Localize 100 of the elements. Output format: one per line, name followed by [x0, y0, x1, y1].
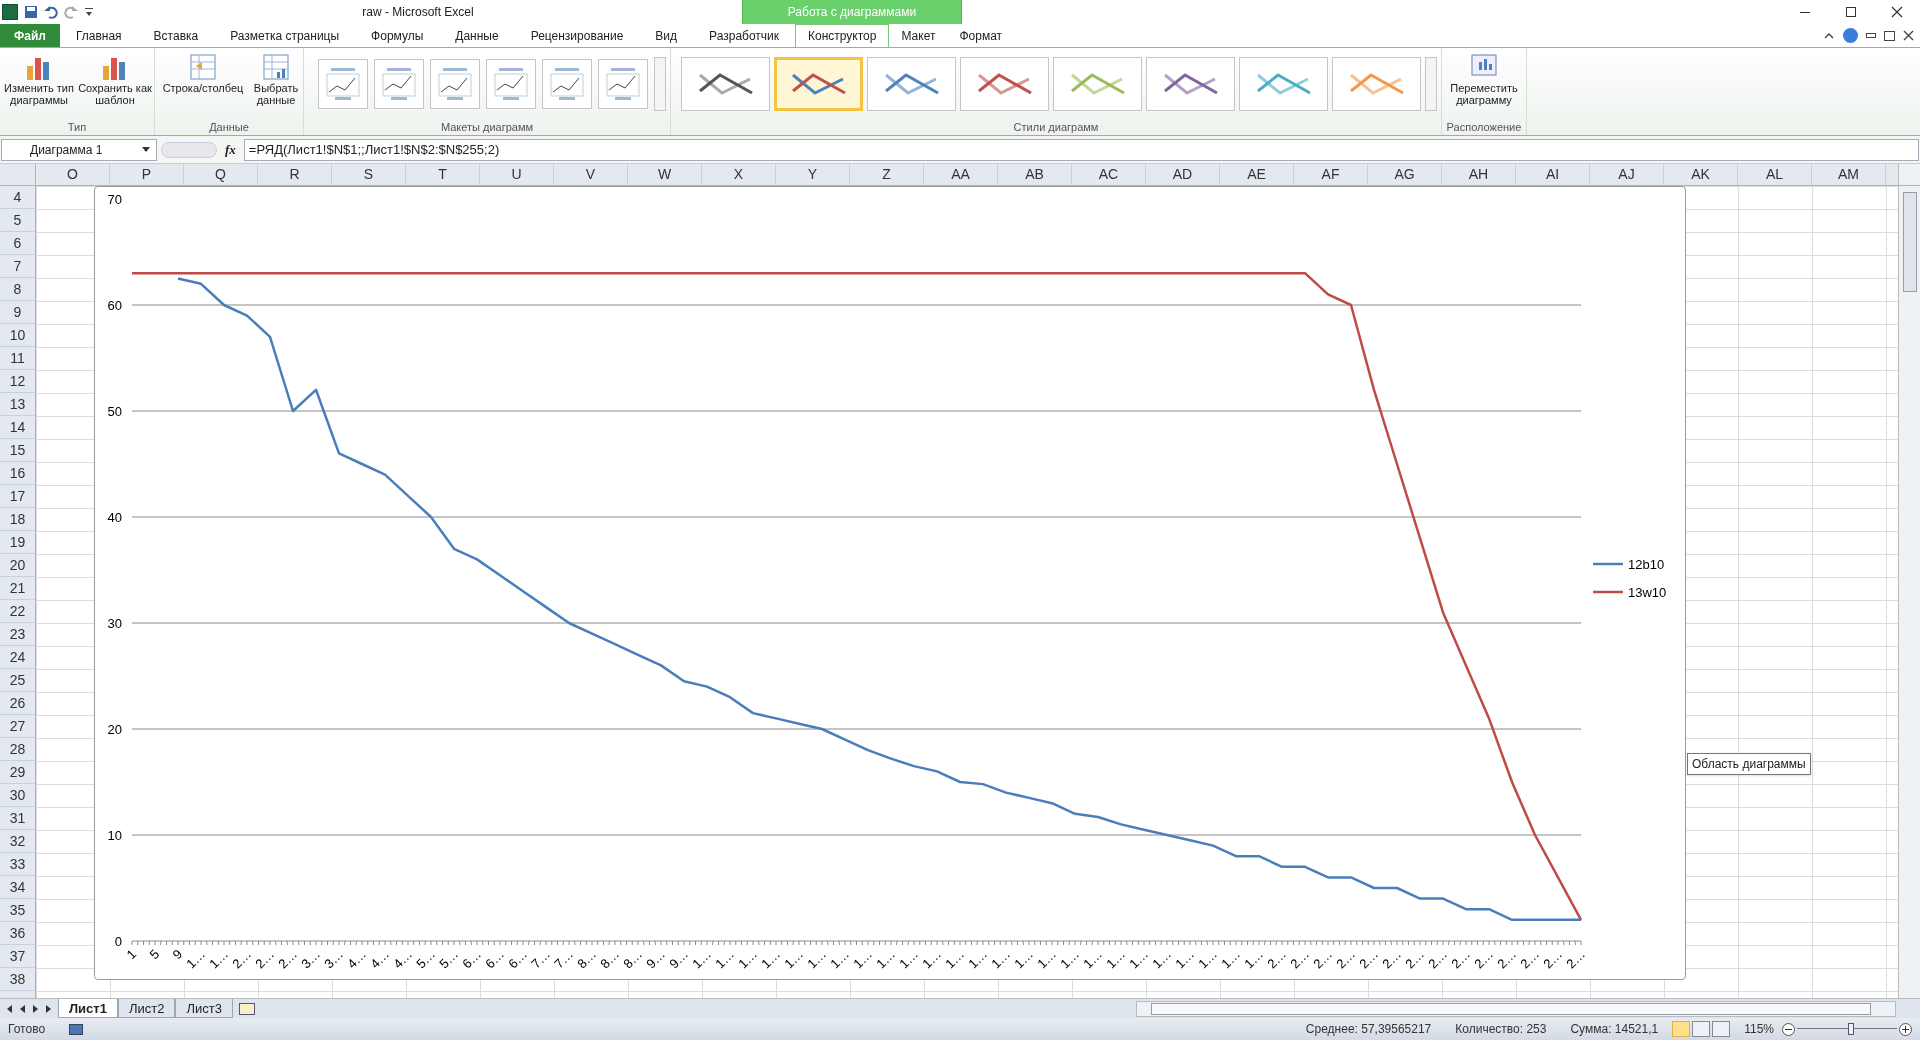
ribbon-button[interactable]: Строка/столбец: [157, 48, 249, 119]
file-tab[interactable]: Файл: [0, 24, 60, 47]
row-header[interactable]: 26: [0, 692, 35, 715]
column-header[interactable]: R: [258, 164, 332, 185]
redo-icon[interactable]: [64, 5, 78, 19]
column-header[interactable]: AE: [1220, 164, 1294, 185]
column-header[interactable]: AK: [1664, 164, 1738, 185]
ribbon-tab[interactable]: Рецензирование: [514, 24, 640, 47]
formula-field[interactable]: =РЯД(Лист1!$N$1;;Лист1!$N$2:$N$255;2): [243, 138, 1919, 161]
scrollbar-thumb[interactable]: [1902, 192, 1917, 292]
row-header[interactable]: 37: [0, 945, 35, 968]
row-header[interactable]: 32: [0, 830, 35, 853]
column-header[interactable]: V: [554, 164, 628, 185]
row-header[interactable]: 27: [0, 715, 35, 738]
column-header[interactable]: AG: [1368, 164, 1442, 185]
undo-icon[interactable]: [44, 5, 58, 19]
row-header[interactable]: 35: [0, 899, 35, 922]
column-header[interactable]: AM: [1812, 164, 1886, 185]
horizontal-scrollbar[interactable]: [1136, 1000, 1896, 1017]
row-header[interactable]: 13: [0, 393, 35, 416]
vertical-scrollbar[interactable]: [1898, 186, 1920, 998]
sheet-tab[interactable]: Лист2: [117, 999, 176, 1018]
close-icon[interactable]: [1903, 30, 1914, 41]
layout-thumbnail[interactable]: [430, 58, 480, 109]
column-header[interactable]: P: [110, 164, 184, 185]
row-header[interactable]: 15: [0, 439, 35, 462]
sheet-tab[interactable]: Лист1: [58, 999, 118, 1018]
insert-function-button[interactable]: fx: [221, 139, 240, 160]
row-header[interactable]: 18: [0, 508, 35, 531]
gallery-scroll-control[interactable]: [1425, 56, 1437, 111]
row-header[interactable]: 11: [0, 347, 35, 370]
column-header[interactable]: O: [36, 164, 110, 185]
page-break-view-icon[interactable]: [1712, 1021, 1731, 1037]
style-thumbnail[interactable]: [1239, 56, 1328, 111]
column-header[interactable]: Q: [184, 164, 258, 185]
row-header[interactable]: 24: [0, 646, 35, 669]
ribbon-tab[interactable]: Главная: [59, 24, 138, 47]
minimize-icon[interactable]: [1866, 33, 1876, 38]
row-header[interactable]: 6: [0, 232, 35, 255]
ribbon-button[interactable]: Выбрать данные: [251, 48, 301, 119]
row-header[interactable]: 30: [0, 784, 35, 807]
restore-icon[interactable]: [1884, 30, 1895, 41]
layout-thumbnail[interactable]: [598, 58, 648, 109]
style-thumbnail[interactable]: [1146, 56, 1235, 111]
style-thumbnail[interactable]: [960, 56, 1049, 111]
ribbon-tab[interactable]: Конструктор: [795, 24, 890, 47]
column-header[interactable]: Y: [776, 164, 850, 185]
ribbon-tab[interactable]: Формат: [947, 24, 1015, 47]
row-header[interactable]: 21: [0, 577, 35, 600]
sheet-tab[interactable]: Лист3: [175, 999, 233, 1018]
ribbon-tab[interactable]: Разметка страницы: [214, 24, 356, 47]
zoom-in-icon[interactable]: [1899, 1022, 1912, 1036]
column-header[interactable]: Z: [850, 164, 924, 185]
page-layout-view-icon[interactable]: [1692, 1021, 1711, 1037]
column-header[interactable]: W: [628, 164, 702, 185]
ribbon-button[interactable]: Переместить диаграмму: [1446, 48, 1522, 119]
row-header[interactable]: 29: [0, 761, 35, 784]
layout-thumbnail[interactable]: [374, 58, 424, 109]
row-header[interactable]: 4: [0, 186, 35, 209]
help-icon[interactable]: [1843, 28, 1858, 43]
column-header[interactable]: U: [480, 164, 554, 185]
row-header[interactable]: 14: [0, 416, 35, 439]
row-header[interactable]: 9: [0, 301, 35, 324]
column-header[interactable]: AD: [1146, 164, 1220, 185]
row-header[interactable]: 28: [0, 738, 35, 761]
row-header[interactable]: 36: [0, 922, 35, 945]
ribbon-button[interactable]: Изменить тип диаграммы: [2, 48, 76, 119]
insert-sheet-icon[interactable]: [238, 1002, 255, 1015]
normal-view-icon[interactable]: [1672, 1021, 1691, 1037]
zoom-slider-track[interactable]: [1797, 1023, 1897, 1035]
ribbon-tab[interactable]: Вставка: [137, 24, 215, 47]
column-header[interactable]: AJ: [1590, 164, 1664, 185]
column-header[interactable]: AH: [1442, 164, 1516, 185]
column-header[interactable]: T: [406, 164, 480, 185]
vertical-scrollbar-button[interactable]: [1898, 164, 1920, 185]
row-header[interactable]: 38: [0, 968, 35, 991]
row-header[interactable]: 23: [0, 623, 35, 646]
layout-thumbnail[interactable]: [318, 58, 368, 109]
ribbon-tab[interactable]: Макет: [889, 24, 948, 47]
column-header[interactable]: AB: [998, 164, 1072, 185]
row-header[interactable]: 22: [0, 600, 35, 623]
gallery-scroll-control[interactable]: [654, 56, 666, 111]
column-header[interactable]: AF: [1294, 164, 1368, 185]
ribbon-tab[interactable]: Вид: [639, 24, 694, 47]
style-thumbnail[interactable]: [1332, 56, 1421, 111]
chart-area[interactable]: [94, 186, 1686, 980]
row-header[interactable]: 33: [0, 853, 35, 876]
name-box[interactable]: Диаграмма 1: [1, 138, 157, 161]
style-thumbnail[interactable]: [1053, 56, 1142, 111]
ribbon-tab[interactable]: Данные: [439, 24, 515, 47]
row-header[interactable]: 10: [0, 324, 35, 347]
save-icon[interactable]: [24, 5, 38, 19]
ribbon-button[interactable]: Сохранить как шаблон: [78, 48, 152, 119]
row-header[interactable]: 16: [0, 462, 35, 485]
column-header[interactable]: X: [702, 164, 776, 185]
row-header[interactable]: 12: [0, 370, 35, 393]
row-header[interactable]: 5: [0, 209, 35, 232]
zoom-slider-thumb[interactable]: [1848, 1023, 1854, 1035]
row-header[interactable]: 17: [0, 485, 35, 508]
row-header[interactable]: 19: [0, 531, 35, 554]
